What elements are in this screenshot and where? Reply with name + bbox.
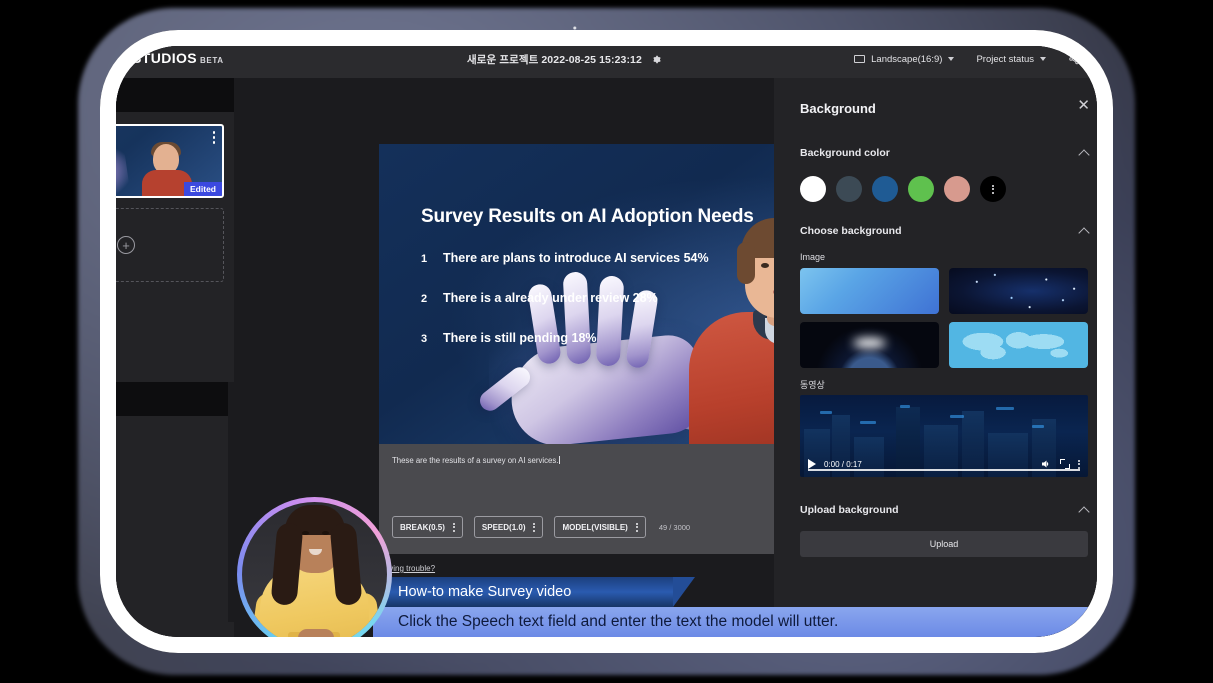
device-frame: STUDIOS BETA 새로운 프로젝트 2022-08-25 15:23:12… — [100, 30, 1113, 653]
video-subsection-label: 동영상 — [800, 380, 825, 390]
upload-button[interactable]: Upload — [800, 531, 1088, 557]
color-swatch-green[interactable] — [908, 176, 934, 202]
howto-tab-label: How-to make Survey video — [398, 584, 572, 600]
layers-list: Background Image Object Image Object Ima… — [116, 416, 228, 516]
choose-background-title: Choose background — [800, 225, 902, 237]
kebab-menu-icon — [992, 184, 994, 194]
speech-controls: BREAK(0.5) SPEED(1.0) MODEL(VISIBLE) 49 … — [392, 516, 690, 538]
share-icon — [1069, 53, 1079, 65]
left-panel: Slides on AI Adoption Needs ntroduce AI … — [116, 78, 234, 637]
bg-tile-earth-horizon[interactable] — [800, 322, 939, 368]
top-bar-right: Landscape(16:9) Project status — [854, 46, 1080, 78]
chevron-down-icon — [948, 57, 955, 61]
background-panel: Background ✕ Background color Choose bac… — [774, 78, 1097, 637]
upload-button-label: Upload — [929, 539, 959, 549]
background-panel-header: Background ✕ — [774, 78, 1097, 138]
bullet-text: There is a already under review 28% — [443, 291, 658, 305]
bg-tile-blue-gradient[interactable] — [800, 268, 939, 314]
bullet-text: There is still pending 18% — [443, 331, 597, 345]
kebab-menu-icon[interactable] — [635, 522, 638, 532]
kebab-menu-icon[interactable] — [212, 131, 215, 146]
chevron-up-icon — [1078, 226, 1090, 239]
background-color-swatches — [774, 168, 1097, 202]
howto-tab: How-to make Survey video — [373, 577, 695, 607]
fullscreen-icon[interactable] — [1060, 459, 1070, 469]
video-time: 0:00 / 0:17 — [824, 459, 862, 469]
slides-list: on AI Adoption Needs ntroduce AI service… — [116, 112, 234, 282]
color-swatch-more[interactable] — [980, 176, 1006, 202]
add-slide-button[interactable]: + — [116, 208, 224, 282]
top-bar: STUDIOS BETA 새로운 프로젝트 2022-08-25 15:23:12… — [116, 46, 1097, 78]
color-swatch-slate[interactable] — [836, 176, 862, 202]
slides-header: Slides — [116, 78, 234, 112]
background-color-title: Background color — [800, 147, 890, 159]
image-subsection-label: Image — [800, 252, 826, 262]
color-swatch-blue[interactable] — [872, 176, 898, 202]
background-color-section-header[interactable]: Background color — [774, 138, 1097, 168]
bullet-text: There are plans to introduce AI services… — [443, 251, 709, 265]
bullet-number: 3 — [421, 333, 428, 345]
project-status-selector[interactable]: Project status — [976, 54, 1046, 65]
close-icon[interactable]: ✕ — [1077, 98, 1090, 113]
slide-bullet-2[interactable]: 2 There is a already under review 28% — [421, 289, 658, 307]
chevron-up-icon — [1078, 505, 1090, 518]
kebab-menu-icon[interactable] — [452, 522, 455, 532]
background-panel-title: Background — [800, 100, 876, 116]
bullet-number: 2 — [421, 293, 428, 305]
layer-item-object-1[interactable]: Image Object — [116, 441, 228, 466]
character-counter: 49 / 3000 — [658, 522, 691, 532]
text-caret — [559, 456, 561, 464]
model-chip[interactable]: MODEL(VISIBLE) — [554, 516, 646, 538]
howto-banner: How-to make Survey video Click the Speec… — [373, 577, 1097, 637]
layer-item-background[interactable]: Background — [116, 416, 228, 441]
avatar-video — [242, 502, 387, 637]
howto-body: Click the Speech text field and enter th… — [373, 607, 1097, 637]
video-controls: 0:00 / 0:17 — [800, 451, 1088, 477]
chevron-down-icon — [1040, 57, 1046, 61]
chevron-up-icon — [1078, 148, 1090, 161]
color-swatch-salmon[interactable] — [944, 176, 970, 202]
aspect-ratio-label: Landscape(16:9) — [871, 53, 943, 65]
upload-background-title: Upload background — [800, 504, 899, 516]
play-icon[interactable] — [808, 459, 816, 469]
thumbnail-hand-graphic — [116, 147, 132, 196]
model-chip-label: MODEL(VISIBLE) — [562, 522, 628, 532]
speed-chip-label: SPEED(1.0) — [481, 522, 526, 532]
project-status-label: Project status — [976, 53, 1034, 65]
bullet-number: 1 — [421, 253, 428, 265]
edited-badge: Edited — [184, 182, 222, 196]
color-swatch-white[interactable] — [800, 176, 826, 202]
speech-text-field[interactable]: These are the results of a survey on AI … — [392, 456, 561, 465]
project-title: 새로운 프로젝트 2022-08-25 15:23:12 — [467, 54, 642, 66]
bg-tile-world-map[interactable] — [949, 322, 1088, 368]
speech-text-value: These are the results of a survey on AI … — [392, 456, 559, 465]
break-chip-label: BREAK(0.5) — [400, 522, 445, 532]
slide-title-text[interactable]: Survey Results on AI Adoption Needs — [421, 206, 754, 228]
bg-tile-dark-starfield[interactable] — [949, 268, 1088, 314]
layer-item-object-3[interactable]: Image Object — [116, 491, 228, 516]
slide-bullet-3[interactable]: 3 There is still pending 18% — [421, 329, 597, 347]
layers-header[interactable]: Layers — [116, 382, 234, 416]
share-button[interactable] — [1068, 53, 1080, 65]
landscape-icon — [854, 55, 866, 63]
gear-icon[interactable] — [652, 55, 661, 67]
slide-bullet-1[interactable]: 1 There are plans to introduce AI service… — [421, 249, 709, 267]
background-video-player[interactable]: 0:00 / 0:17 — [800, 395, 1088, 477]
video-progress-bar[interactable] — [808, 469, 1080, 471]
slide-thumbnail-1[interactable]: on AI Adoption Needs ntroduce AI service… — [116, 124, 224, 198]
plus-circle-icon: + — [117, 236, 135, 254]
kebab-menu-icon[interactable] — [1078, 459, 1080, 469]
aspect-ratio-selector[interactable]: Landscape(16:9) — [854, 53, 955, 65]
screenshot-root: STUDIOS BETA 새로운 프로젝트 2022-08-25 15:23:12… — [0, 0, 1213, 683]
speed-chip[interactable]: SPEED(1.0) — [473, 516, 544, 538]
app-viewport: STUDIOS BETA 새로운 프로젝트 2022-08-25 15:23:12… — [116, 46, 1097, 637]
background-image-grid — [774, 266, 1097, 368]
howto-body-label: Click the Speech text field and enter th… — [398, 613, 839, 630]
choose-background-section-header[interactable]: Choose background — [774, 216, 1097, 246]
upload-background-section-header[interactable]: Upload background — [774, 495, 1097, 525]
kebab-menu-icon[interactable] — [533, 522, 536, 532]
layer-item-object-2[interactable]: Image Object — [116, 466, 228, 491]
break-chip[interactable]: BREAK(0.5) — [392, 516, 463, 538]
